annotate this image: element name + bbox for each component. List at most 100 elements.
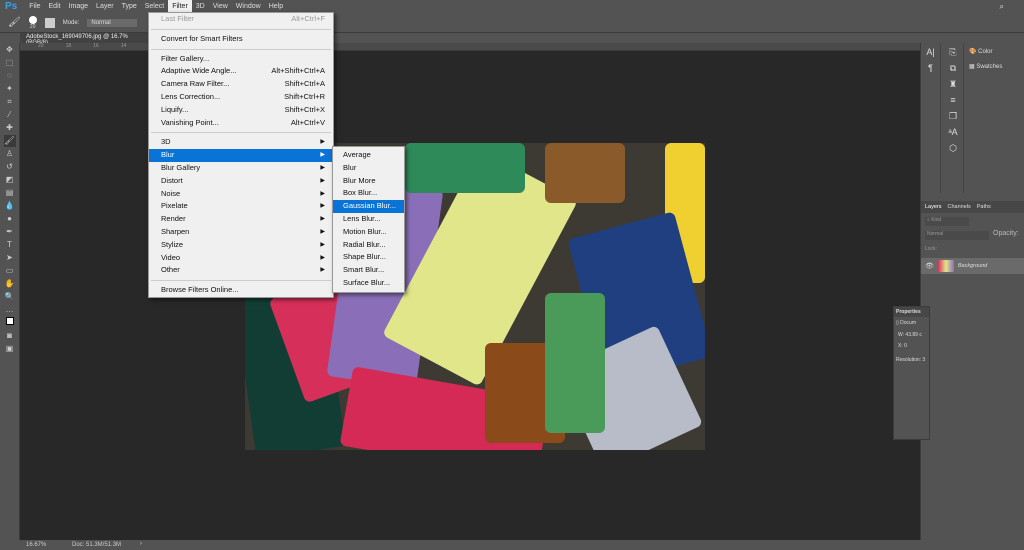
crop-tool-icon[interactable]: ⌗ bbox=[4, 96, 16, 108]
menu-item-label: Adaptive Wide Angle... bbox=[161, 66, 237, 76]
tab-layers[interactable]: Layers bbox=[925, 201, 942, 213]
menu-item-convert-smart-filters[interactable]: Convert for Smart Filters bbox=[149, 33, 333, 46]
menu-item-label: Box Blur... bbox=[343, 188, 378, 198]
menu-image[interactable]: Image bbox=[65, 0, 92, 13]
menu-item-adaptive-wide-angle[interactable]: Adaptive Wide Angle... Alt+Shift+Ctrl+A bbox=[149, 65, 333, 78]
brush-panel-toggle-icon[interactable] bbox=[44, 17, 55, 28]
submenu-item-surface-blur[interactable]: Surface Blur... bbox=[333, 277, 404, 290]
pen-tool-icon[interactable]: ✒ bbox=[4, 226, 16, 238]
menu-item-pixelate[interactable]: Pixelate ▶ bbox=[149, 200, 333, 213]
submenu-item-lens-blur[interactable]: Lens Blur... bbox=[333, 213, 404, 226]
menu-separator bbox=[151, 48, 331, 50]
3d-panel-icon[interactable]: ⬡ bbox=[943, 143, 963, 159]
document-tab[interactable]: AdobeStock_169049706.jpg @ 16.7% (RGB/8) bbox=[20, 33, 150, 46]
menu-item-noise[interactable]: Noise ▶ bbox=[149, 188, 333, 201]
submenu-item-motion-blur[interactable]: Motion Blur... bbox=[333, 226, 404, 239]
status-menu-arrow[interactable]: › bbox=[140, 541, 142, 547]
styles-icon[interactable]: ❒ bbox=[943, 111, 963, 127]
search-icon[interactable]: ⌕ bbox=[1000, 2, 1004, 12]
brush-tool-icon[interactable]: 🖌 bbox=[8, 17, 21, 28]
paragraph-panel-icon[interactable]: ¶ bbox=[921, 63, 940, 79]
menu-item-blur[interactable]: Blur ▶ bbox=[149, 149, 333, 162]
menu-item-last-filter[interactable]: Last Filter Alt+Ctrl+F bbox=[149, 13, 333, 26]
submenu-item-blur[interactable]: Blur bbox=[333, 162, 404, 175]
submenu-arrow-icon: ▶ bbox=[320, 254, 325, 261]
eraser-tool-icon[interactable]: ◩ bbox=[4, 174, 16, 186]
color-panel-button[interactable]: 🎨 Color bbox=[969, 48, 993, 55]
magic-wand-tool-icon[interactable]: ✦ bbox=[4, 83, 16, 95]
menu-item-label: Surface Blur... bbox=[343, 277, 391, 287]
submenu-item-radial-blur[interactable]: Radial Blur... bbox=[333, 239, 404, 252]
healing-brush-tool-icon[interactable]: ✚ bbox=[4, 122, 16, 134]
path-selection-tool-icon[interactable]: ➤ bbox=[4, 252, 16, 264]
more-tools-icon[interactable]: … bbox=[4, 304, 16, 316]
menu-item-other[interactable]: Other ▶ bbox=[149, 264, 333, 277]
menu-item-browse-filters-online[interactable]: Browse Filters Online... bbox=[149, 284, 333, 297]
menu-item-vanishing-point[interactable]: Vanishing Point... Alt+Ctrl+V bbox=[149, 117, 333, 130]
zoom-tool-icon[interactable]: 🔍 bbox=[4, 291, 16, 303]
mode-select[interactable]: Normal bbox=[87, 18, 138, 27]
submenu-item-gaussian-blur[interactable]: Gaussian Blur... bbox=[333, 200, 404, 213]
clone-stamp-tool-icon[interactable]: ♙ bbox=[4, 148, 16, 160]
menu-item-blur-gallery[interactable]: Blur Gallery ▶ bbox=[149, 162, 333, 175]
blur-tool-icon[interactable]: 💧 bbox=[4, 200, 16, 212]
screen-mode-icon[interactable]: ▣ bbox=[4, 343, 16, 355]
type-tool-icon[interactable]: T bbox=[4, 239, 16, 251]
adjustments-icon[interactable]: ≡ bbox=[943, 95, 963, 111]
brush-tool-icon[interactable]: 🖌 bbox=[3, 135, 16, 147]
clone-source-icon[interactable]: ⧉ bbox=[943, 63, 963, 79]
layer-kind-filter[interactable]: ⌕ Kind bbox=[925, 217, 969, 226]
move-tool-icon[interactable]: ✥ bbox=[4, 44, 16, 56]
visibility-eye-icon[interactable]: 👁 bbox=[925, 262, 934, 270]
collapsed-icon-column-2: ⎘ ⧉ ♜ ≡ ❒ ᵃA ⬡ bbox=[943, 43, 964, 193]
color-swatches-icon[interactable] bbox=[4, 317, 16, 329]
brush-preset-picker[interactable]: 20 bbox=[28, 15, 37, 30]
zoom-level[interactable]: 16.67% bbox=[26, 542, 46, 548]
menu-item-filter-gallery[interactable]: Filter Gallery... bbox=[149, 53, 333, 66]
quick-mask-icon[interactable]: ◙ bbox=[4, 330, 16, 342]
menu-item-render[interactable]: Render ▶ bbox=[149, 213, 333, 226]
layer-thumbnail bbox=[937, 260, 954, 272]
swatches-icon: ▦ bbox=[969, 64, 975, 70]
marquee-tool-icon[interactable]: ⬚ bbox=[4, 57, 16, 69]
properties-panel: Properties ▯ Docum W: 43.89 c X: 0 Resol… bbox=[893, 306, 930, 440]
dodge-tool-icon[interactable]: ● bbox=[4, 213, 16, 225]
menu-type[interactable]: Type bbox=[118, 0, 141, 13]
menu-layer[interactable]: Layer bbox=[92, 0, 118, 13]
brush-presets-icon[interactable]: ♜ bbox=[943, 79, 963, 95]
right-panel-dock: A| ¶ ⎘ ⧉ ♜ ≡ ❒ ᵃA ⬡ 🎨 Color ▦ Swatches L… bbox=[920, 43, 1024, 540]
submenu-item-smart-blur[interactable]: Smart Blur... bbox=[333, 264, 404, 277]
layer-row-background[interactable]: 👁 Background bbox=[921, 258, 1024, 274]
menu-item-distort[interactable]: Distort ▶ bbox=[149, 175, 333, 188]
menu-item-lens-correction[interactable]: Lens Correction... Shift+Ctrl+R bbox=[149, 91, 333, 104]
menu-file[interactable]: File bbox=[25, 0, 44, 13]
menu-item-liquify[interactable]: Liquify... Shift+Ctrl+X bbox=[149, 104, 333, 117]
menu-item-video[interactable]: Video ▶ bbox=[149, 252, 333, 265]
lasso-tool-icon[interactable]: ◌ bbox=[4, 70, 16, 82]
glyphs-icon[interactable]: ᵃA bbox=[943, 127, 963, 143]
menu-item-camera-raw-filter[interactable]: Camera Raw Filter... Shift+Ctrl+A bbox=[149, 78, 333, 91]
tab-paths[interactable]: Paths bbox=[977, 201, 991, 213]
menu-separator bbox=[151, 280, 331, 282]
rectangle-tool-icon[interactable]: ▭ bbox=[4, 265, 16, 277]
submenu-item-blur-more[interactable]: Blur More bbox=[333, 175, 404, 188]
submenu-item-box-blur[interactable]: Box Blur... bbox=[333, 187, 404, 200]
collapsed-icon-column-1: A| ¶ bbox=[921, 43, 941, 193]
menu-item-stylize[interactable]: Stylize ▶ bbox=[149, 239, 333, 252]
hand-tool-icon[interactable]: ✋ bbox=[4, 278, 16, 290]
menu-edit[interactable]: Edit bbox=[45, 0, 65, 13]
gradient-tool-icon[interactable]: ▤ bbox=[4, 187, 16, 199]
submenu-arrow-icon: ▶ bbox=[320, 152, 325, 159]
tab-channels[interactable]: Channels bbox=[948, 201, 971, 213]
menu-item-label: Noise bbox=[161, 188, 181, 198]
menu-item-3d[interactable]: 3D ▶ bbox=[149, 136, 333, 149]
menu-item-sharpen[interactable]: Sharpen ▶ bbox=[149, 226, 333, 239]
history-brush-tool-icon[interactable]: ↺ bbox=[4, 161, 16, 173]
history-panel-icon[interactable]: ⎘ bbox=[943, 47, 963, 63]
blend-mode-select[interactable]: Normal bbox=[925, 231, 989, 240]
submenu-item-average[interactable]: Average bbox=[333, 149, 404, 162]
character-panel-icon[interactable]: A| bbox=[921, 47, 940, 63]
submenu-item-shape-blur[interactable]: Shape Blur... bbox=[333, 251, 404, 264]
eyedropper-tool-icon[interactable]: ⁄ bbox=[4, 109, 16, 121]
swatches-panel-button[interactable]: ▦ Swatches bbox=[969, 63, 1002, 70]
